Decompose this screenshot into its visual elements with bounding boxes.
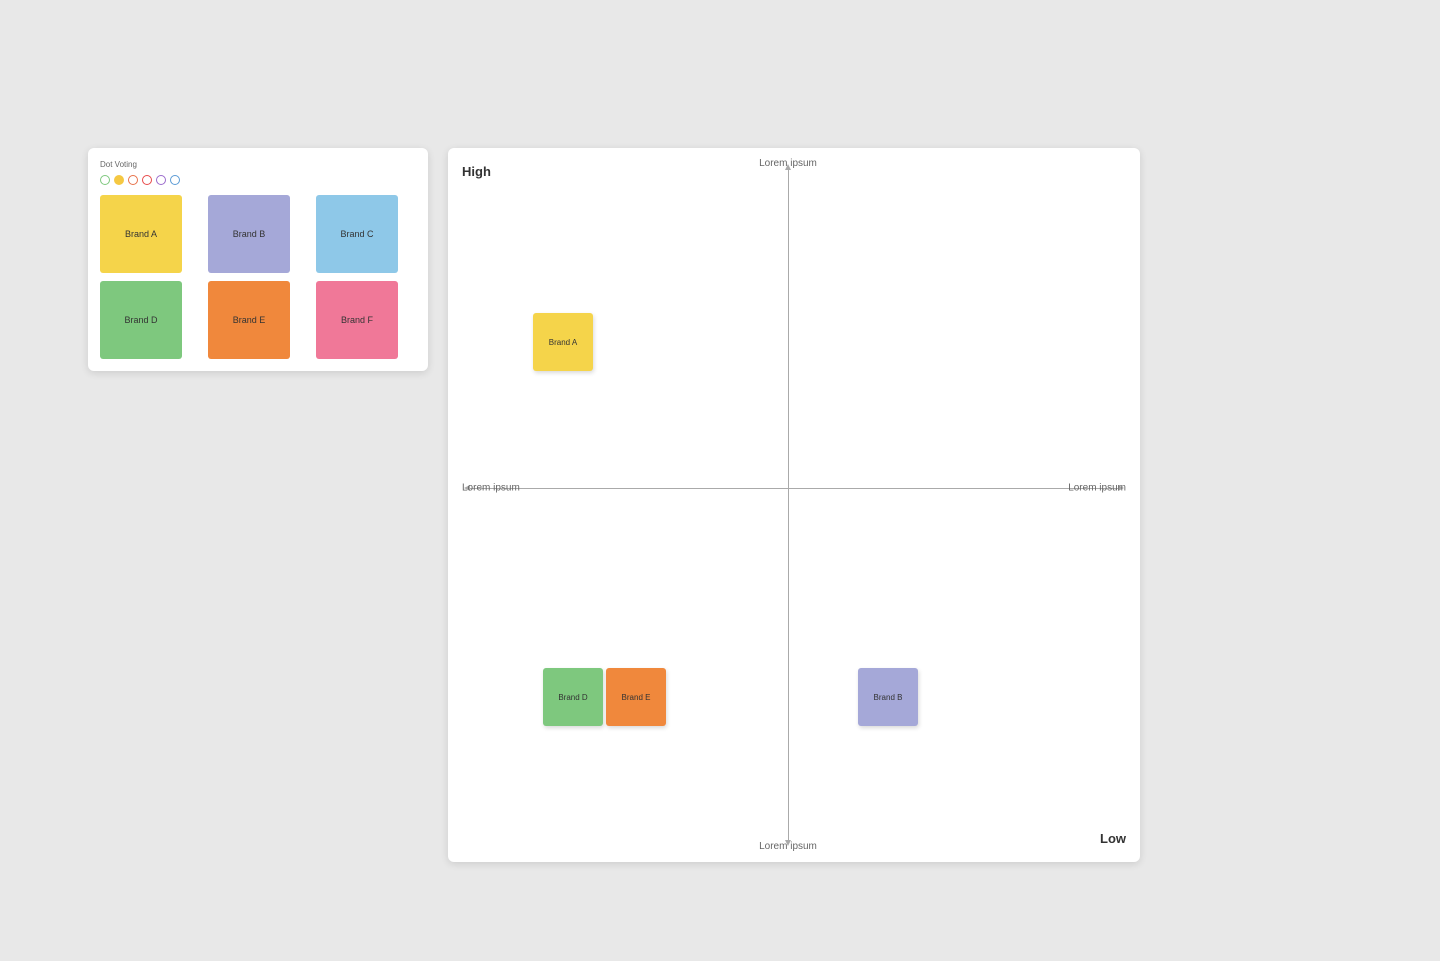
dot-voting-panel: Dot Voting Brand A Brand B Brand C Brand… (88, 148, 428, 371)
dot-green[interactable] (100, 175, 110, 185)
vertical-axis (788, 168, 789, 842)
label-low: Low (1100, 831, 1126, 846)
label-top: Lorem ipsum (759, 158, 817, 169)
sticky-note-brand-a[interactable]: Brand A (100, 195, 182, 273)
dot-yellow[interactable] (114, 175, 124, 185)
sticky-note-brand-c[interactable]: Brand C (316, 195, 398, 273)
label-bottom: Lorem ipsum (759, 841, 817, 852)
dot-orange[interactable] (128, 175, 138, 185)
label-right: Lorem ipsum (1068, 483, 1126, 494)
matrix-panel: High Low Lorem ipsum Lorem ipsum Lorem i… (448, 148, 1140, 862)
dot-voting-dots (100, 175, 416, 185)
sticky-notes-grid: Brand A Brand B Brand C Brand D Brand E … (100, 195, 416, 359)
sticky-note-brand-f[interactable]: Brand F (316, 281, 398, 359)
matrix-sticky-brand-a[interactable]: Brand A (533, 313, 593, 371)
sticky-note-brand-b[interactable]: Brand B (208, 195, 290, 273)
label-left: Lorem ipsum (462, 483, 520, 494)
label-high: High (462, 164, 491, 179)
matrix-sticky-brand-b[interactable]: Brand B (858, 668, 918, 726)
dot-voting-label: Dot Voting (100, 160, 416, 169)
matrix-sticky-brand-e[interactable]: Brand E (606, 668, 666, 726)
sticky-note-brand-d[interactable]: Brand D (100, 281, 182, 359)
dot-blue[interactable] (170, 175, 180, 185)
horizontal-axis (468, 488, 1120, 489)
matrix-container: High Low Lorem ipsum Lorem ipsum Lorem i… (448, 148, 1140, 862)
dot-purple[interactable] (156, 175, 166, 185)
matrix-sticky-brand-d[interactable]: Brand D (543, 668, 603, 726)
sticky-note-brand-e[interactable]: Brand E (208, 281, 290, 359)
dot-red[interactable] (142, 175, 152, 185)
